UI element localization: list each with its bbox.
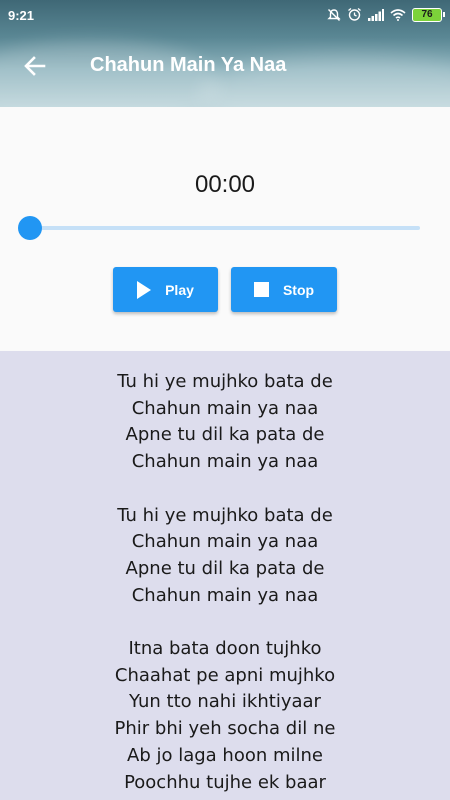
play-button[interactable]: Play xyxy=(113,267,218,312)
page-title: Chahun Main Ya Naa xyxy=(90,54,287,76)
audio-player: 00:00 Play Stop xyxy=(0,107,450,351)
stop-icon xyxy=(253,282,269,297)
mute-icon xyxy=(327,8,341,22)
status-icons: 76 xyxy=(327,7,445,22)
status-bar: 9:21 76 xyxy=(0,0,450,30)
play-button-label: Play xyxy=(165,281,194,298)
lyrics-panel[interactable]: Tu hi ye mujhko bata de Chahun main ya n… xyxy=(0,351,450,800)
battery-icon: 76 xyxy=(412,7,445,22)
app-header: 9:21 76 Chahun Main Ya Naa xyxy=(0,0,450,107)
slider-track xyxy=(30,226,420,230)
seek-slider[interactable] xyxy=(18,213,420,243)
status-time: 9:21 xyxy=(8,8,35,23)
alarm-icon xyxy=(347,7,362,22)
back-button[interactable] xyxy=(22,53,48,79)
slider-thumb[interactable] xyxy=(18,216,42,240)
stop-button-label: Stop xyxy=(282,281,315,298)
stop-button[interactable]: Stop xyxy=(231,267,337,312)
playback-time: 00:00 xyxy=(194,171,256,198)
signal-icon xyxy=(368,8,384,21)
play-icon xyxy=(137,280,152,299)
arrow-left-icon xyxy=(24,56,46,76)
wifi-icon xyxy=(390,8,406,21)
lyrics-text: Tu hi ye mujhko bata de Chahun main ya n… xyxy=(114,371,336,793)
